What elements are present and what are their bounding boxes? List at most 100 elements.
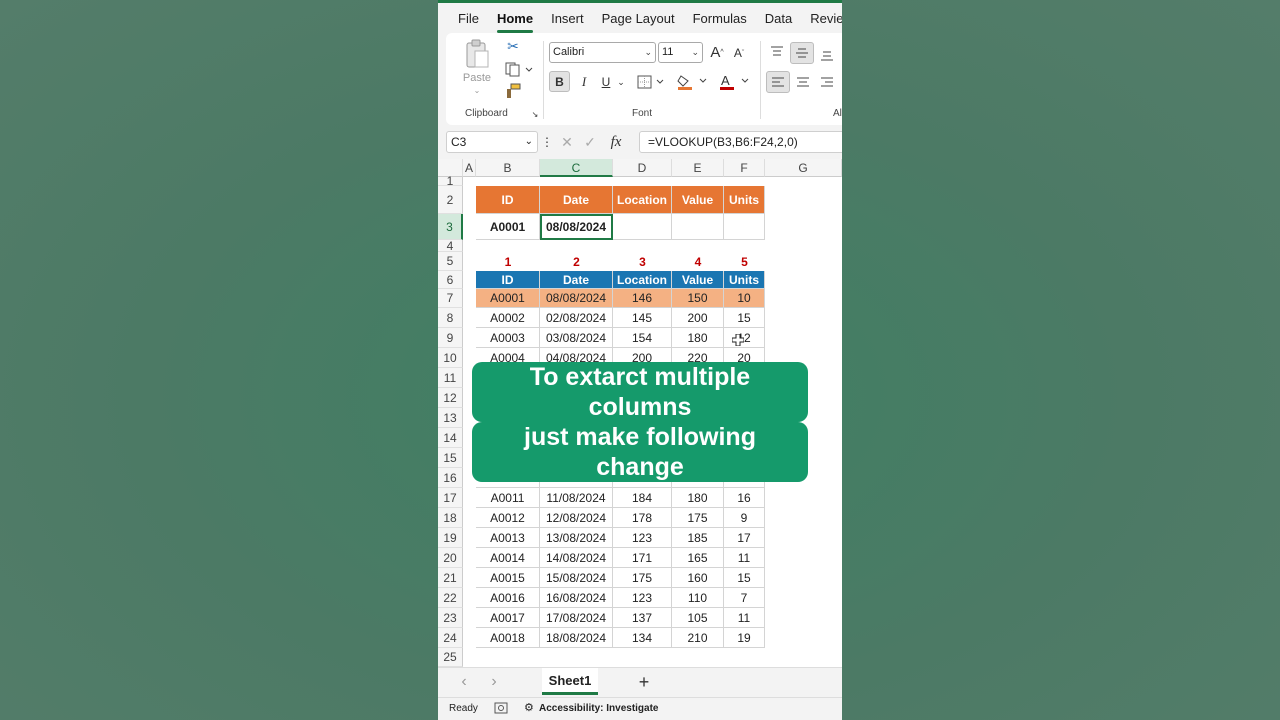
column-header-g[interactable]: G [765,159,842,177]
column-header-a[interactable]: A [463,159,476,177]
table-cell[interactable]: 17 [724,528,765,548]
table-cell[interactable]: 16 [724,488,765,508]
paste-button[interactable]: Paste [458,71,496,85]
row-header-18[interactable]: 18 [438,508,463,528]
table-cell[interactable]: 105 [672,608,724,628]
table-cell[interactable]: A0011 [476,488,540,508]
table-cell[interactable]: 7 [724,588,765,608]
align-middle-icon[interactable] [790,42,814,64]
bold-button[interactable]: B [549,71,570,92]
italic-button[interactable]: I [575,71,593,92]
table-cell[interactable]: 9 [724,508,765,528]
tab-review[interactable]: Review [801,11,842,26]
dialog-launcher-icon[interactable]: ↘ [530,109,540,119]
font-name-combo[interactable]: Calibri ⌄ [549,42,656,63]
row-header-12[interactable]: 12 [438,388,463,408]
column-header-b[interactable]: B [476,159,540,177]
table-cell[interactable]: A0015 [476,568,540,588]
table-cell[interactable]: 123 [613,588,672,608]
table-cell[interactable]: 02/08/2024 [540,308,613,328]
row-header-16[interactable]: 16 [438,468,463,488]
align-left-icon[interactable] [766,71,790,93]
column-header-d[interactable]: D [613,159,672,177]
row-header-23[interactable]: 23 [438,608,463,628]
chevron-down-icon[interactable]: ⌄ [616,72,626,92]
paste-icon[interactable] [461,39,493,69]
table-cell[interactable]: A0013 [476,528,540,548]
cut-icon[interactable]: ✂ [504,37,522,55]
table-cell[interactable]: 19 [724,628,765,648]
row-header-2[interactable]: 2 [438,186,463,214]
align-right-icon[interactable] [816,71,838,93]
lookup-header-cell[interactable]: Value [672,186,724,214]
lookup-input-cell[interactable] [613,214,672,240]
row-header-17[interactable]: 17 [438,488,463,508]
decrease-font-icon[interactable]: Aˇ [730,43,748,63]
table-cell[interactable]: 184 [613,488,672,508]
row-header-21[interactable]: 21 [438,568,463,588]
row-header-5[interactable]: 5 [438,252,463,271]
row-header-13[interactable]: 13 [438,408,463,428]
table-cell[interactable]: 185 [672,528,724,548]
table-cell[interactable]: 17/08/2024 [540,608,613,628]
table-cell[interactable]: 12 [724,328,765,348]
macro-record-icon[interactable] [494,701,508,715]
lookup-header-cell[interactable]: Location [613,186,672,214]
underline-button[interactable]: U [597,71,615,92]
tab-home[interactable]: Home [488,11,542,33]
table-cell[interactable]: 175 [672,508,724,528]
format-painter-icon[interactable] [504,82,522,100]
row-header-22[interactable]: 22 [438,588,463,608]
row-header-6[interactable]: 6 [438,271,463,289]
insert-function-button[interactable]: fx [604,132,628,152]
table-cell[interactable]: 14/08/2024 [540,548,613,568]
table-cell[interactable]: 210 [672,628,724,648]
table-cell[interactable]: 175 [613,568,672,588]
tab-file[interactable]: File [438,11,488,26]
row-header-19[interactable]: 19 [438,528,463,548]
table-cell[interactable]: 160 [672,568,724,588]
table-cell[interactable]: A0001 [476,289,540,308]
chevron-left-icon[interactable]: ‹ [456,672,472,692]
table-cell[interactable]: A0014 [476,548,540,568]
tab-insert[interactable]: Insert [542,11,593,26]
row-header-4[interactable]: 4 [438,239,463,253]
row-header-9[interactable]: 9 [438,328,463,348]
row-header-7[interactable]: 7 [438,289,463,308]
table-cell[interactable]: 15 [724,308,765,328]
table-cell[interactable]: A0017 [476,608,540,628]
accessibility-icon[interactable]: ⚙ [524,701,534,714]
align-center-icon[interactable] [792,71,814,93]
table-cell[interactable]: 154 [613,328,672,348]
lookup-header-cell[interactable]: Date [540,186,613,214]
row-header-11[interactable]: 11 [438,368,463,388]
chevron-down-icon[interactable]: ⌄ [471,85,483,95]
chevron-right-icon[interactable]: › [486,672,502,692]
align-top-icon[interactable] [766,42,788,62]
table-cell[interactable]: 16/08/2024 [540,588,613,608]
table-cell[interactable]: 15 [724,568,765,588]
font-size-combo[interactable]: 11 ⌄ [658,42,703,63]
row-header-8[interactable]: 8 [438,308,463,328]
increase-font-icon[interactable]: A ^ [707,42,727,62]
row-header-10[interactable]: 10 [438,348,463,368]
row-header-14[interactable]: 14 [438,428,463,448]
lookup-header-cell[interactable]: Units [724,186,765,214]
table-cell[interactable]: A0002 [476,308,540,328]
table-cell[interactable]: 11 [724,548,765,568]
table-cell[interactable]: 11 [724,608,765,628]
table-cell[interactable]: 134 [613,628,672,648]
sheet-tab-sheet1[interactable]: Sheet1 [542,668,598,695]
row-header-24[interactable]: 24 [438,628,463,648]
table-cell[interactable]: 165 [672,548,724,568]
table-cell[interactable]: 110 [672,588,724,608]
lookup-input-cell[interactable] [724,214,765,240]
table-cell[interactable]: 18/08/2024 [540,628,613,648]
table-cell[interactable]: 03/08/2024 [540,328,613,348]
tab-data[interactable]: Data [756,11,801,26]
row-header-15[interactable]: 15 [438,448,463,468]
table-cell[interactable]: 123 [613,528,672,548]
table-cell[interactable]: 171 [613,548,672,568]
table-header-cell[interactable]: Units [724,271,765,289]
tab-page-layout[interactable]: Page Layout [593,11,684,26]
